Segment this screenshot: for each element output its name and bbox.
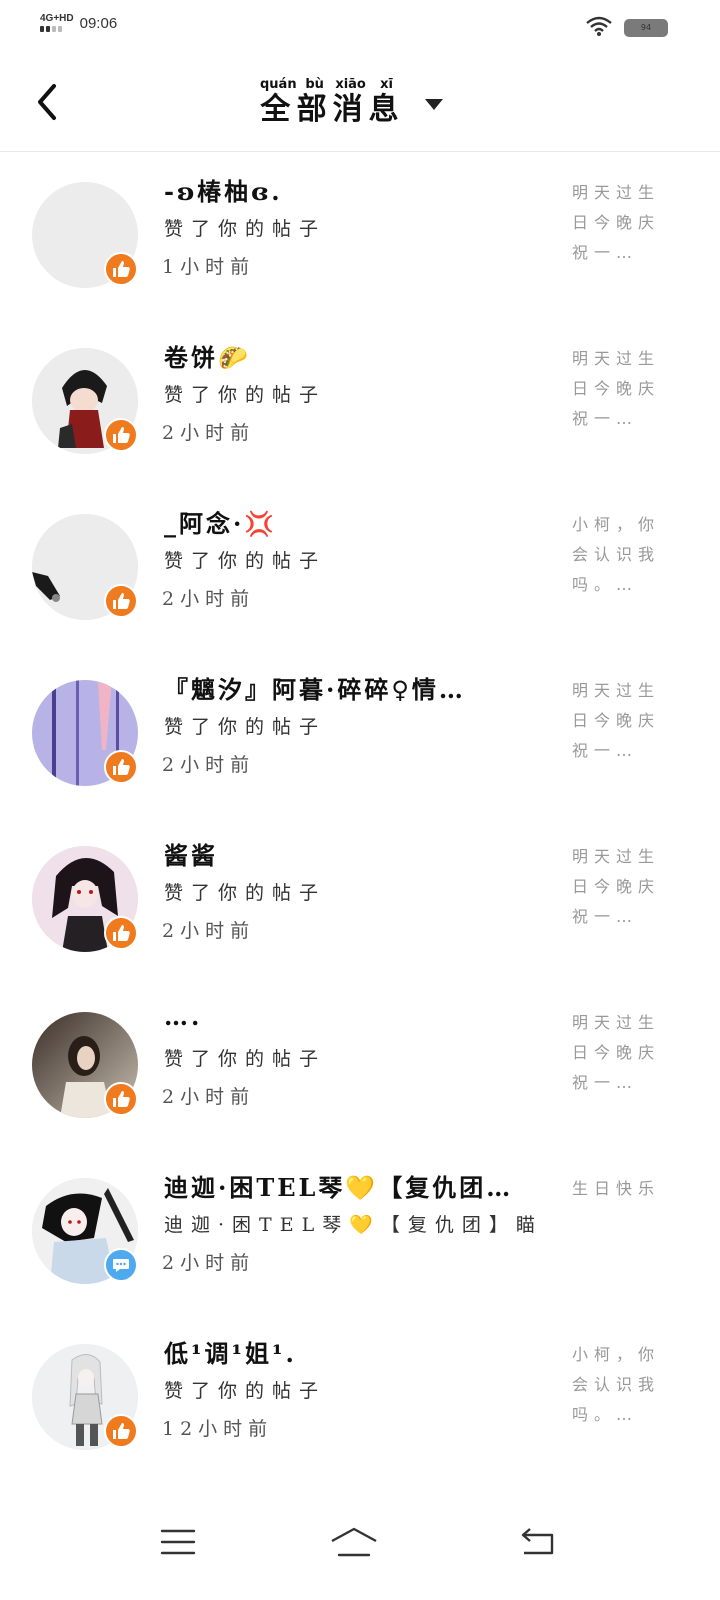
chevron-left-icon (38, 84, 56, 120)
sender-name: 『魑汐』阿暮·碎碎♀情… (164, 675, 466, 704)
post-preview[interactable]: 明天过生日今晚庆祝一… (572, 178, 668, 268)
post-preview[interactable]: 明天过生日今晚庆祝一… (572, 1008, 668, 1098)
status-right: 94 (586, 16, 668, 40)
status-bar: 4G+HD 09:06 94 (0, 0, 720, 52)
return-icon (521, 1528, 554, 1555)
thumbs-up-icon (113, 261, 130, 277)
sender-name: -ʚ椿柚ɞ. (164, 177, 283, 206)
message-item[interactable]: 酱酱 赞了你的帖子 2小时前 明天过生日今晚庆祝一… (0, 816, 720, 982)
post-preview[interactable]: 小柯，你会认识我吗。… (572, 1340, 668, 1430)
message-time: 1小时前 (162, 256, 256, 278)
post-preview[interactable]: 小柯，你会认识我吗。… (572, 510, 668, 600)
sender-name: 酱酱 (164, 841, 218, 870)
sender-name: 卷饼🌮 (164, 343, 251, 372)
message-action: 赞了你的帖子 (164, 550, 327, 572)
message-action: 迪迦·困TEL琴💛【复仇团】瞄… (164, 1214, 544, 1236)
message-action: 赞了你的帖子 (164, 218, 327, 240)
comment-badge (104, 1248, 138, 1282)
like-badge (104, 1082, 138, 1116)
wifi-icon (586, 16, 612, 40)
message-time: 12小时前 (162, 1418, 274, 1440)
message-action: 赞了你的帖子 (164, 1048, 327, 1070)
message-action: 赞了你的帖子 (164, 716, 327, 738)
home-icon (331, 1527, 377, 1557)
return-button[interactable] (508, 1512, 568, 1572)
post-preview[interactable]: 生日快乐 (572, 1174, 668, 1204)
sender-name: 低¹调¹姐¹. (164, 1339, 297, 1368)
thumbs-up-icon (113, 759, 130, 775)
signal-icon (40, 26, 74, 32)
message-time: 2小时前 (162, 754, 256, 776)
message-action: 赞了你的帖子 (164, 882, 327, 904)
thumbs-up-icon (113, 1091, 130, 1107)
message-item[interactable]: 迪迦·困TEL琴💛【复仇团… 迪迦·困TEL琴💛【复仇团】瞄… 2小时前 生日快… (0, 1148, 720, 1314)
post-preview[interactable]: 明天过生日今晚庆祝一… (572, 676, 668, 766)
message-filter-dropdown[interactable]: 全quán部bù消xiāo息xī (260, 78, 443, 128)
message-action: 赞了你的帖子 (164, 1380, 327, 1402)
like-badge (104, 584, 138, 618)
page-title: 全quán部bù消xiāo息xī (260, 77, 405, 127)
message-item[interactable]: …. 赞了你的帖子 2小时前 明天过生日今晚庆祝一… (0, 982, 720, 1148)
menu-icon (160, 1529, 196, 1555)
message-action: 赞了你的帖子 (164, 384, 327, 406)
message-list: -ʚ椿柚ɞ. 赞了你的帖子 1小时前 明天过生日今晚庆祝一… 卷饼🌮 赞了你的帖… (0, 152, 720, 1480)
message-item[interactable]: 低¹调¹姐¹. 赞了你的帖子 12小时前 小柯，你会认识我吗。… (0, 1314, 720, 1480)
message-item[interactable]: 『魑汐』阿暮·碎碎♀情… 赞了你的帖子 2小时前 明天过生日今晚庆祝一… (0, 650, 720, 816)
message-time: 2小时前 (162, 422, 256, 444)
message-time: 2小时前 (162, 1252, 256, 1274)
like-badge (104, 252, 138, 286)
network-type: 4G+HD (40, 13, 74, 24)
header: 全quán部bù消xiāo息xī (0, 52, 720, 152)
message-item[interactable]: _阿念·💢 赞了你的帖子 2小时前 小柯，你会认识我吗。… (0, 484, 720, 650)
thumbs-up-icon (113, 427, 130, 443)
back-button[interactable] (30, 80, 66, 124)
sender-name: _阿念·💢 (164, 509, 278, 538)
sender-name: …. (164, 1002, 203, 1031)
like-badge (104, 418, 138, 452)
caret-down-icon (424, 99, 443, 110)
sender-name: 迪迦·困TEL琴💛【复仇团… (164, 1173, 514, 1202)
status-left: 4G+HD 09:06 (40, 14, 117, 32)
message-time: 2小时前 (162, 588, 256, 610)
post-preview[interactable]: 明天过生日今晚庆祝一… (572, 344, 668, 434)
message-time: 2小时前 (162, 920, 256, 942)
message-item[interactable]: 卷饼🌮 赞了你的帖子 2小时前 明天过生日今晚庆祝一… (0, 318, 720, 484)
battery-icon: 94 (624, 19, 668, 37)
post-preview[interactable]: 明天过生日今晚庆祝一… (572, 842, 668, 932)
thumbs-up-icon (113, 593, 130, 609)
status-time: 09:06 (79, 14, 118, 32)
system-nav-bar (0, 1490, 720, 1600)
menu-button[interactable] (148, 1512, 208, 1572)
like-badge (104, 916, 138, 950)
like-badge (104, 1414, 138, 1448)
home-button[interactable] (324, 1512, 384, 1572)
message-time: 2小时前 (162, 1086, 256, 1108)
like-badge (104, 750, 138, 784)
message-item[interactable]: -ʚ椿柚ɞ. 赞了你的帖子 1小时前 明天过生日今晚庆祝一… (0, 152, 720, 318)
thumbs-up-icon (113, 1423, 130, 1439)
thumbs-up-icon (113, 925, 130, 941)
comment-icon (113, 1259, 129, 1272)
